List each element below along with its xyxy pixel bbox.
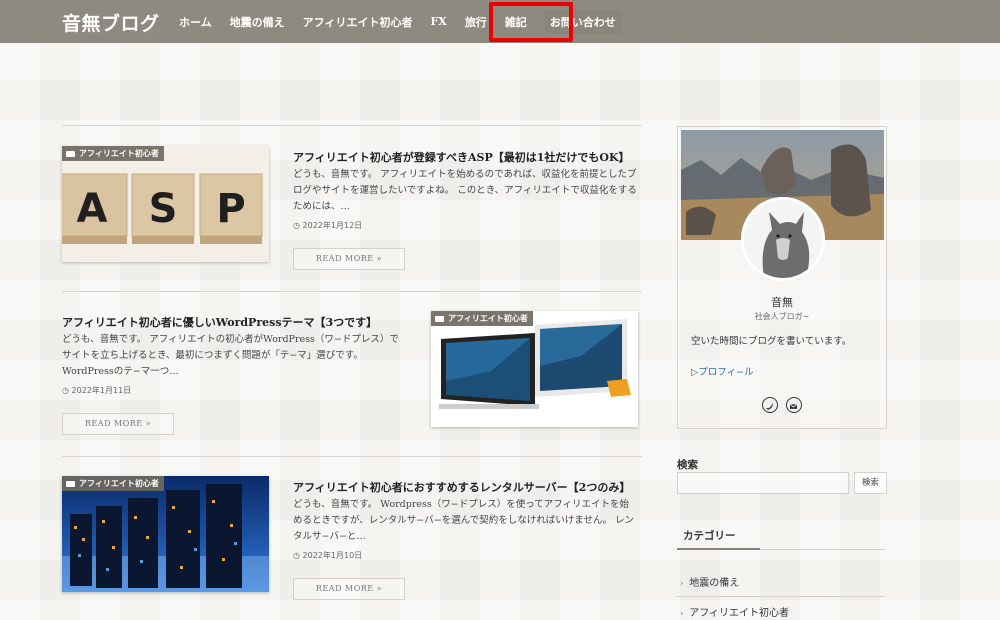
- search-input[interactable]: [677, 472, 849, 494]
- divider: [62, 291, 642, 292]
- nav-fx[interactable]: FX: [430, 15, 446, 28]
- post-title[interactable]: アフィリエイト初心者が登録すべきASP【最初は1社だけでもOK】: [293, 149, 630, 165]
- search-button[interactable]: 検索: [854, 472, 887, 494]
- post-date: ◷ 2022年1月10日: [293, 551, 363, 560]
- avatar[interactable]: [741, 197, 825, 281]
- post-date-text: 2022年1月12日: [302, 221, 363, 230]
- post-thumbnail[interactable]: アフィリエイト初心者: [431, 311, 638, 427]
- divider: [677, 596, 885, 597]
- post-excerpt: どうも、音無です。 アフィリエイトの初心者がWordPress（ワ−ドプレス）で…: [62, 334, 399, 377]
- profile-bio: 空いた時間にブログを書いています。: [691, 336, 852, 347]
- category-label: アフィリエイト初心者: [448, 314, 528, 323]
- post-date-text: 2022年1月11日: [71, 386, 132, 395]
- read-more-button[interactable]: READ MORE »: [62, 413, 174, 435]
- category-item-earthquake[interactable]: › 地震の備え: [680, 574, 739, 589]
- servers-image: [62, 476, 269, 592]
- read-more-button[interactable]: READ MORE »: [293, 578, 405, 600]
- nav-travel[interactable]: 旅行: [465, 14, 487, 30]
- mail-icon[interactable]: [786, 397, 802, 413]
- category-heading: カテゴリー: [677, 520, 885, 550]
- highlight-box: [489, 2, 573, 42]
- nav-affiliate[interactable]: アフィリエイト初心者: [303, 14, 413, 30]
- post-date: ◷ 2022年1月12日: [293, 221, 363, 230]
- category-badge[interactable]: アフィリエイト初心者: [62, 476, 164, 491]
- post-date: ◷ 2022年1月11日: [62, 386, 132, 395]
- category-label: アフィリエイト初心者: [79, 479, 159, 488]
- profile-role: 社会人ブロガ−: [754, 312, 810, 321]
- post-excerpt: どうも、音無です。 Wordpress（ワ−ドプレス）を使ってアフィリエイトを始…: [293, 499, 634, 542]
- thumb-letter: A: [77, 186, 108, 232]
- post-card: アフィリエイト初心者に優しいWordPressテーマ【3つです】 どうも、音無で…: [62, 311, 642, 441]
- profile-name: 音無: [771, 296, 793, 309]
- site-logo[interactable]: 音無ブログ: [62, 9, 160, 36]
- post-title[interactable]: アフィリエイト初心者に優しいWordPressテーマ【3つです】: [62, 314, 377, 330]
- folder-icon: [435, 315, 444, 322]
- folder-icon: [66, 150, 75, 157]
- chevron-right-icon: ›: [680, 579, 684, 588]
- post-date-text: 2022年1月10日: [302, 551, 363, 560]
- nav-earthquake[interactable]: 地震の備え: [230, 14, 285, 30]
- category-label: アフィリエイト初心者: [79, 149, 159, 158]
- folder-icon: [66, 480, 75, 487]
- category-badge[interactable]: アフィリエイト初心者: [62, 146, 164, 161]
- thumb-letter: P: [216, 186, 245, 232]
- heading-underline: [677, 548, 760, 550]
- category-badge[interactable]: アフィリエイト初心者: [431, 311, 533, 326]
- post-card: アフィリエイト初心者 アフィリエイト初心者におすすめするレンタルサーバー【2つの…: [62, 476, 642, 606]
- thumb-letter: S: [149, 186, 178, 232]
- post-excerpt: どうも、音無です。 アフィリエイトを始めるのであれば、収益化を前提としたブログや…: [293, 169, 637, 212]
- nav-home[interactable]: ホーム: [179, 14, 212, 30]
- profile-widget: 音無 社会人ブロガ− 空いた時間にブログを書いています。 ▷プロフィ−ル: [677, 126, 887, 429]
- twitter-icon[interactable]: [762, 397, 778, 413]
- search-label: 検索: [677, 459, 698, 471]
- asp-blocks-image: A S P: [62, 146, 269, 262]
- profile-link[interactable]: ▷プロフィ−ル: [691, 364, 754, 378]
- read-more-button[interactable]: READ MORE »: [293, 248, 405, 270]
- category-item-label: 地震の備え: [689, 578, 740, 589]
- divider: [62, 456, 642, 457]
- category-heading-label: カテゴリー: [683, 530, 736, 542]
- post-thumbnail[interactable]: アフィリエイト初心者: [62, 476, 269, 592]
- post-card: アフィリエイト初心者 A S P アフィリエイト初心者が登録すべきASP【最初は…: [62, 146, 642, 276]
- category-item-label: アフィリエイト初心者: [689, 608, 790, 619]
- divider: [62, 125, 642, 126]
- post-thumbnail[interactable]: アフィリエイト初心者 A S P: [62, 146, 269, 262]
- post-title[interactable]: アフィリエイト初心者におすすめするレンタルサーバー【2つのみ】: [293, 479, 630, 495]
- chevron-right-icon: ›: [680, 609, 684, 618]
- tablets-image: [431, 311, 638, 427]
- category-item-affiliate[interactable]: › アフィリエイト初心者: [680, 604, 789, 619]
